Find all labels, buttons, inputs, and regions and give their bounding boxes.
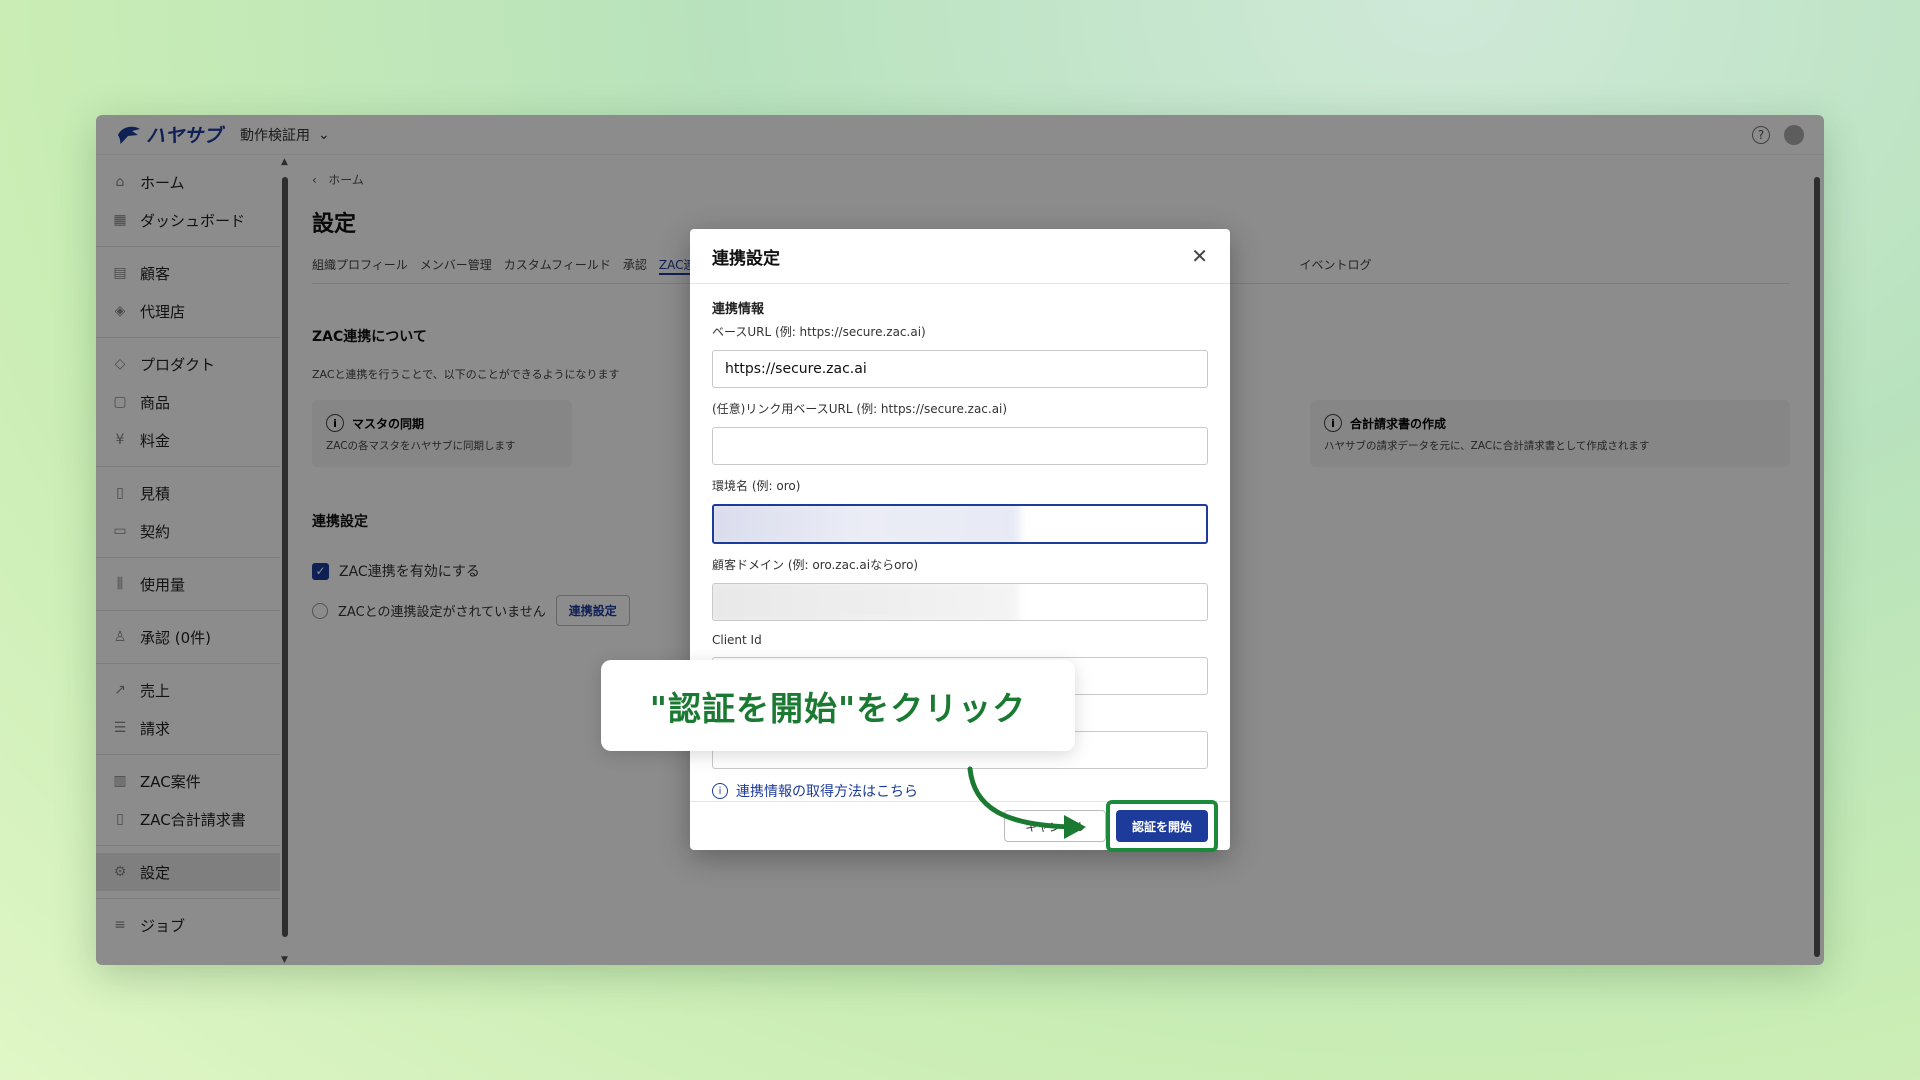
link-url-label: (任意)リンク用ベースURL (例: https://secure.zac.ai… <box>712 402 1008 416</box>
base-url-label: ベースURL (例: https://secure.zac.ai) <box>712 325 926 339</box>
group-heading: 連携情報 <box>712 302 765 317</box>
arrow-icon <box>967 766 1086 839</box>
button-highlight <box>1106 800 1218 852</box>
base-url-value: https://secure.zac.ai <box>725 361 867 377</box>
base-url-input[interactable]: https://secure.zac.ai <box>712 350 1208 388</box>
close-icon[interactable]: ✕ <box>1191 244 1208 268</box>
client-id-label: Client Id <box>712 633 762 647</box>
integration-settings-dialog: 連携設定 ✕ 連携情報 ベースURL (例: https://secure.za… <box>690 229 1230 850</box>
link-url-input[interactable] <box>712 427 1208 465</box>
help-link-text[interactable]: 連携情報の取得方法はこちら <box>736 781 918 801</box>
env-name-input[interactable] <box>712 504 1208 544</box>
redacted-value <box>714 506 1020 542</box>
info-icon: i <box>712 783 728 799</box>
domain-input[interactable] <box>712 583 1208 621</box>
redacted-value <box>713 584 1019 620</box>
env-name-label: 環境名 (例: oro) <box>712 479 801 493</box>
dialog-title: 連携設定 <box>712 248 780 269</box>
instruction-callout: "認証を開始"をクリック <box>601 660 1075 751</box>
domain-label: 顧客ドメイン (例: oro.zac.aiならoro) <box>712 558 919 572</box>
